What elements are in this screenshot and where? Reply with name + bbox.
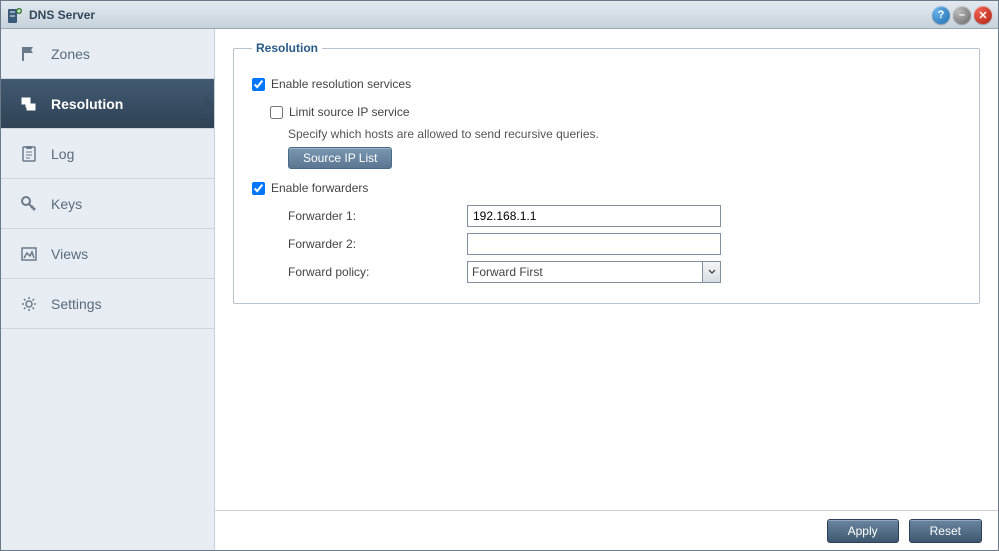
minimize-button[interactable]: – [953, 6, 971, 24]
sidebar-item-label: Settings [51, 296, 102, 312]
resolution-icon [19, 95, 39, 113]
enable-forwarders-checkbox[interactable] [252, 182, 265, 195]
forward-policy-label: Forward policy: [252, 265, 467, 279]
app-icon [7, 7, 23, 23]
sidebar-item-resolution[interactable]: Resolution [1, 79, 214, 129]
sidebar-item-label: Views [51, 246, 88, 262]
main-content: Resolution Enable resolution services Li… [215, 29, 998, 550]
fieldset-legend: Resolution [252, 41, 322, 55]
sidebar-item-label: Resolution [51, 96, 123, 112]
sidebar-item-zones[interactable]: Zones [1, 29, 214, 79]
limit-source-help: Specify which hosts are allowed to send … [288, 127, 961, 141]
window-title: DNS Server [29, 8, 932, 22]
window-controls: ? – [932, 6, 992, 24]
forward-policy-select[interactable]: Forward First [467, 261, 721, 283]
sidebar-item-settings[interactable]: Settings [1, 279, 214, 329]
limit-source-label: Limit source IP service [289, 105, 410, 119]
enable-forwarders-label: Enable forwarders [271, 181, 368, 195]
forwarder1-input[interactable] [467, 205, 721, 227]
resolution-fieldset: Resolution Enable resolution services Li… [233, 41, 980, 304]
clipboard-icon [19, 145, 39, 163]
forward-policy-value: Forward First [472, 265, 543, 279]
gear-icon [19, 295, 39, 313]
forwarder2-input[interactable] [467, 233, 721, 255]
title-bar: DNS Server ? – [1, 1, 998, 29]
forwarder2-label: Forwarder 2: [252, 237, 467, 251]
sidebar: Zones Resolution Log Keys Views [1, 29, 215, 550]
enable-resolution-checkbox[interactable] [252, 78, 265, 91]
help-button[interactable]: ? [932, 6, 950, 24]
sidebar-item-label: Zones [51, 46, 90, 62]
source-ip-list-button[interactable]: Source IP List [288, 147, 392, 169]
enable-resolution-label: Enable resolution services [271, 77, 411, 91]
reset-button[interactable]: Reset [909, 519, 982, 543]
sidebar-item-views[interactable]: Views [1, 229, 214, 279]
sidebar-item-log[interactable]: Log [1, 129, 214, 179]
views-icon [19, 245, 39, 263]
footer: Apply Reset [215, 510, 998, 550]
sidebar-item-label: Keys [51, 196, 82, 212]
key-icon [19, 195, 39, 213]
close-button[interactable] [974, 6, 992, 24]
forwarder1-label: Forwarder 1: [252, 209, 467, 223]
limit-source-checkbox[interactable] [270, 106, 283, 119]
flag-icon [19, 45, 39, 63]
apply-button[interactable]: Apply [827, 519, 899, 543]
chevron-down-icon [702, 262, 720, 282]
sidebar-item-keys[interactable]: Keys [1, 179, 214, 229]
sidebar-item-label: Log [51, 146, 74, 162]
